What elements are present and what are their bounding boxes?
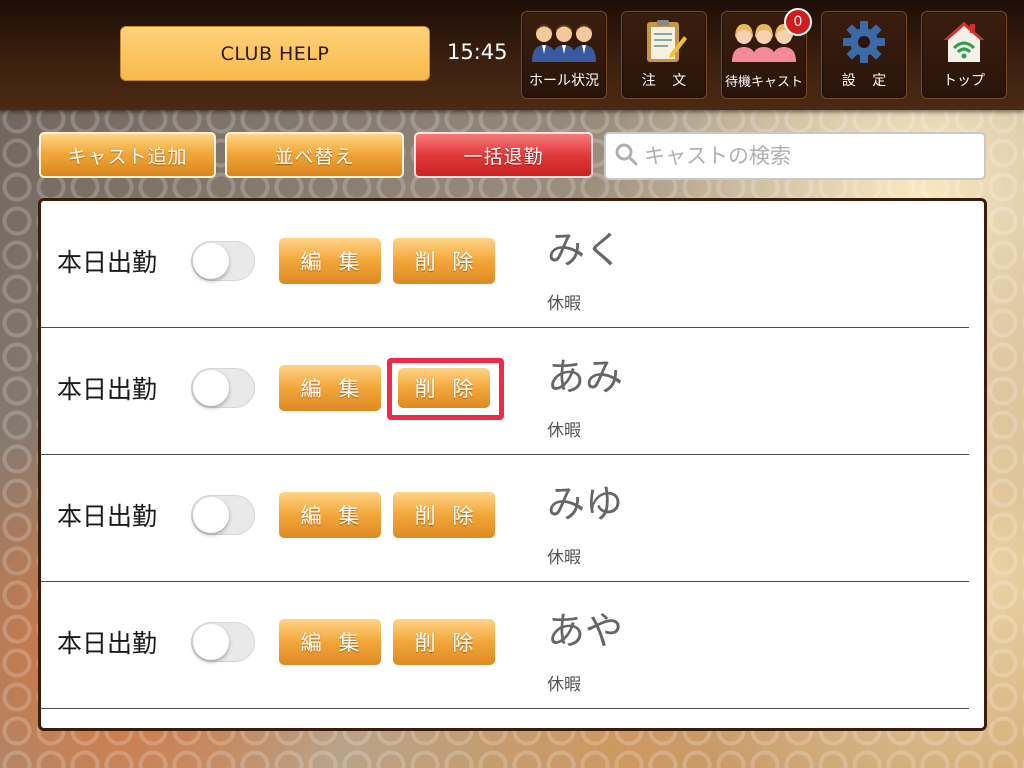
cast-name: あみ xyxy=(547,355,624,399)
attendance-label: 本日出勤 xyxy=(57,375,158,404)
nav-label: ホール状況 xyxy=(529,73,599,89)
edit-button[interactable]: 編 集 xyxy=(279,365,381,411)
cast-name: あや xyxy=(547,609,624,653)
sort-button[interactable]: 並べ替え xyxy=(225,132,404,178)
home-wifi-icon xyxy=(922,18,1006,66)
nav-order-button[interactable]: 注 文 xyxy=(621,11,707,99)
nav-top-button[interactable]: トップ xyxy=(921,11,1007,99)
toggle-knob xyxy=(193,497,229,533)
attendance-label: 本日出勤 xyxy=(57,248,158,277)
cast-status: 休暇 xyxy=(547,294,581,314)
edit-button[interactable]: 編 集 xyxy=(279,619,381,665)
cast-row: 本日出勤 編 集 削 除 あや 休暇 xyxy=(41,582,969,709)
toggle-knob xyxy=(193,243,229,279)
attendance-toggle[interactable] xyxy=(191,495,255,535)
attendance-toggle[interactable] xyxy=(191,622,255,662)
nav-label: トップ xyxy=(943,73,985,89)
clock: 15:45 xyxy=(447,40,508,64)
cast-row: 本日出勤 編 集 削 除 あみ 休暇 xyxy=(41,328,969,455)
clipboard-order-icon xyxy=(622,18,706,66)
club-help-button[interactable]: CLUB HELP xyxy=(120,26,430,81)
cast-search-input[interactable] xyxy=(644,144,984,168)
search-box xyxy=(604,132,986,180)
add-cast-button[interactable]: キャスト追加 xyxy=(39,132,216,178)
attendance-label: 本日出勤 xyxy=(57,502,158,531)
nav-waiting-cast-button[interactable]: 待機キャスト 0 xyxy=(721,8,812,99)
delete-button[interactable]: 削 除 xyxy=(393,619,495,665)
toggle-knob xyxy=(193,370,229,406)
delete-button[interactable]: 削 除 xyxy=(393,492,495,538)
cast-status: 休暇 xyxy=(547,675,581,695)
delete-button[interactable]: 削 除 xyxy=(398,368,490,408)
cast-list: 本日出勤 編 集 削 除 みく 休暇 本日出勤 編 集 削 除 あみ 休暇 本日… xyxy=(38,198,987,731)
cast-status: 休暇 xyxy=(547,421,581,441)
cast-row: 本日出勤 編 集 削 除 みゆ 休暇 xyxy=(41,455,969,582)
edit-button[interactable]: 編 集 xyxy=(279,238,381,284)
edit-button[interactable]: 編 集 xyxy=(279,492,381,538)
notification-badge: 0 xyxy=(784,8,812,36)
nav-label: 設 定 xyxy=(841,73,893,89)
staff-group-icon xyxy=(522,18,606,66)
attendance-label: 本日出勤 xyxy=(57,629,158,658)
nav-settings-button[interactable]: 設 定 xyxy=(821,11,907,99)
bulk-leave-button[interactable]: 一括退勤 xyxy=(414,132,593,178)
cast-name: みく xyxy=(547,228,624,272)
attendance-toggle[interactable] xyxy=(191,368,255,408)
cast-status: 休暇 xyxy=(547,548,581,568)
gear-icon xyxy=(822,18,906,66)
toggle-knob xyxy=(193,624,229,660)
search-icon xyxy=(614,142,638,170)
nav-hall-status-button[interactable]: ホール状況 xyxy=(521,11,607,99)
delete-button[interactable]: 削 除 xyxy=(393,238,495,284)
nav-label: 注 文 xyxy=(641,73,693,89)
cast-name: みゆ xyxy=(547,482,624,526)
top-header: CLUB HELP 15:45 ホール状況 注 文 待機キャスト 0 設 定 ト… xyxy=(0,0,1024,110)
cast-row: 本日出勤 編 集 削 除 みく 休暇 xyxy=(41,201,969,328)
attendance-toggle[interactable] xyxy=(191,241,255,281)
nav-label: 待機キャスト xyxy=(724,75,803,90)
